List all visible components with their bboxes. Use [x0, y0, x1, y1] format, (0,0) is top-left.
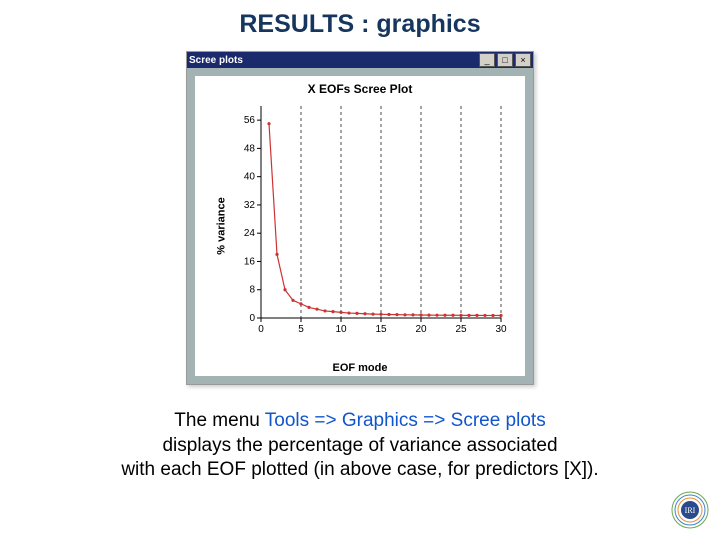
plot-card: X EOFs Scree Plot % variance EOF mode 0 8…: [195, 76, 525, 376]
window-title: Scree plots: [189, 55, 479, 66]
y-axis-label: % variance: [216, 197, 228, 254]
window-client-area: X EOFs Scree Plot % variance EOF mode 0 8…: [187, 68, 533, 384]
chart-svg: 0 8 16 24 32 40 48 56 0 5 10 15 20 25 30: [243, 102, 507, 342]
svg-text:5: 5: [298, 324, 304, 335]
caption-text: The menu Tools => Graphics => Scree plot…: [30, 409, 690, 483]
x-axis-label: EOF mode: [195, 362, 525, 374]
minimize-button[interactable]: _: [479, 53, 495, 67]
scree-plot-window: Scree plots _ □ × X EOFs Scree Plot % va…: [186, 51, 534, 385]
svg-text:10: 10: [335, 324, 347, 335]
svg-text:30: 30: [495, 324, 507, 335]
slide-title: RESULTS : graphics: [0, 10, 720, 39]
maximize-button[interactable]: □: [497, 53, 513, 67]
caption-menu-path: Tools => Graphics => Scree plots: [265, 410, 546, 431]
svg-text:24: 24: [244, 228, 256, 239]
svg-text:8: 8: [249, 285, 255, 296]
caption-pre: The menu: [174, 410, 264, 431]
svg-text:15: 15: [375, 324, 387, 335]
iri-logo: IRI: [670, 490, 710, 530]
svg-text:IRI: IRI: [685, 506, 696, 515]
caption-line3: with each EOF plotted (in above case, fo…: [121, 459, 598, 480]
svg-text:32: 32: [244, 200, 256, 211]
svg-text:20: 20: [415, 324, 427, 335]
svg-text:56: 56: [244, 115, 256, 126]
svg-text:0: 0: [249, 313, 255, 324]
close-button[interactable]: ×: [515, 53, 531, 67]
chart-title: X EOFs Scree Plot: [195, 82, 525, 96]
caption-line2: displays the percentage of variance asso…: [162, 435, 557, 456]
svg-text:0: 0: [258, 324, 264, 335]
svg-text:16: 16: [244, 256, 256, 267]
svg-text:40: 40: [244, 172, 256, 183]
svg-text:48: 48: [244, 143, 256, 154]
svg-text:25: 25: [455, 324, 467, 335]
window-titlebar[interactable]: Scree plots _ □ ×: [187, 52, 533, 68]
